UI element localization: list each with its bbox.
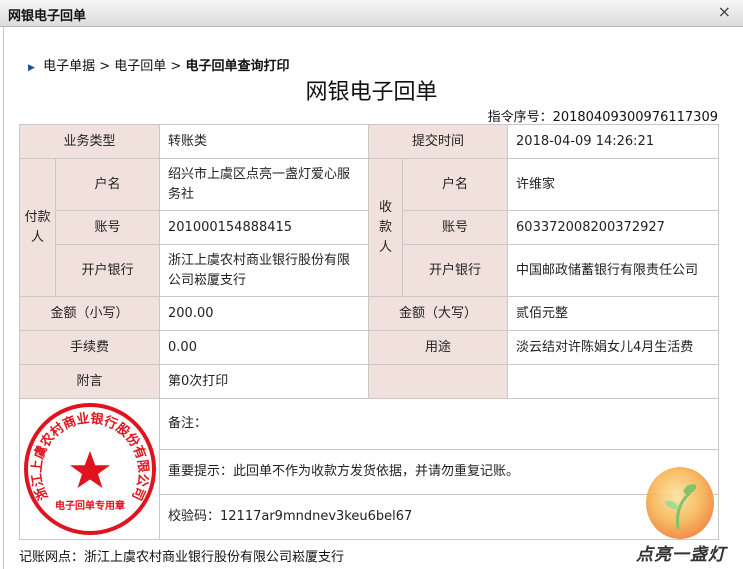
breadcrumb-separator: > (170, 59, 182, 74)
payer-bank-label: 开户银行 (54, 244, 161, 297)
sequence-number: 指令序号：20180409300976117309 (487, 110, 718, 125)
amount-lower-label: 金额（小写） (18, 296, 161, 331)
close-icon[interactable]: × (718, 2, 731, 21)
checksum-cell: 校验码：12117ar9mndnev3keu6bel67 (159, 494, 720, 540)
biz-type-label: 业务类型 (18, 124, 161, 159)
fee-label: 手续费 (18, 330, 161, 365)
receipt-table: 业务类型 转账类 提交时间 2018-04-09 14:26:21 付款人 户名… (18, 124, 720, 540)
fee-value: 0.00 (159, 330, 370, 365)
payee-bank-value: 中国邮政储蓄银行有限责任公司 (507, 244, 720, 297)
payer-account-label: 账号 (54, 210, 161, 245)
breadcrumb-item-receipts[interactable]: 电子回单 (114, 59, 166, 74)
submit-time-value: 2018-04-09 14:26:21 (507, 124, 720, 159)
payee-account-value: 603372008200372927 (507, 210, 720, 245)
breadcrumb-item-documents[interactable]: 电子单据 (43, 59, 95, 74)
bank-seal: 浙江上虞农村商业银行股份有限公司 电子回单专用章 (20, 399, 160, 539)
empty-label-cell (368, 364, 509, 399)
payer-account-value: 201000154888415 (159, 210, 370, 245)
seal-stamp-icon: 浙江上虞农村商业银行股份有限公司 电子回单专用章 (24, 403, 156, 535)
payee-account-label: 账号 (402, 210, 509, 245)
purpose-label: 用途 (368, 330, 509, 365)
payer-name-label: 户名 (54, 158, 161, 211)
svg-text:电子回单专用章: 电子回单专用章 (55, 499, 125, 512)
payee-name-label: 户名 (402, 158, 509, 211)
breadcrumb-separator: > (99, 59, 111, 74)
postscript-value: 第0次打印 (159, 364, 370, 399)
window-title: 网银电子回单 (8, 9, 87, 24)
purpose-value: 淡云结对许陈娟女儿4月生活费 (507, 330, 720, 365)
payer-bank-value: 浙江上虞农村商业银行股份有限公司崧厦支行 (159, 244, 370, 297)
lamp-logo-icon (646, 467, 714, 539)
posting-branch-partial: 记账网点：浙江上虞农村商业银行股份有限公司崧厦支行 (19, 550, 345, 565)
amount-lower-value: 200.00 (159, 296, 370, 331)
biz-type-value: 转账类 (159, 124, 370, 159)
watermark-logo (640, 465, 720, 544)
remark-cell: 备注： (159, 397, 720, 451)
payee-label: 收款人 (368, 158, 404, 297)
important-notice: 重要提示：此回单不作为收款方发货依据，并请勿重复记账。 (159, 449, 720, 496)
payee-name-value: 许维家 (507, 158, 720, 211)
page-title: 网银电子回单 (305, 80, 438, 105)
payer-label: 付款人 (19, 158, 56, 297)
payee-bank-label: 开户银行 (402, 244, 509, 297)
breadcrumb-current: 电子回单查询打印 (185, 59, 290, 74)
amount-upper-label: 金额（大写） (368, 296, 509, 331)
empty-value-cell (507, 364, 720, 399)
seal-cell: 浙江上虞农村商业银行股份有限公司 电子回单专用章 (18, 398, 161, 540)
amount-upper-value: 贰佰元整 (507, 296, 720, 331)
breadcrumb: ▶ 电子单据 > 电子回单 > 电子回单查询打印 (28, 55, 289, 74)
submit-time-label: 提交时间 (368, 124, 509, 159)
breadcrumb-arrow-icon: ▶ (28, 63, 35, 73)
postscript-label: 附言 (18, 364, 161, 399)
window-titlebar: 网银电子回单 × (0, 0, 743, 27)
watermark-text: 点亮一盏灯 (636, 545, 726, 565)
payer-name-value: 绍兴市上虞区点亮一盏灯爱心服务社 (159, 158, 370, 211)
